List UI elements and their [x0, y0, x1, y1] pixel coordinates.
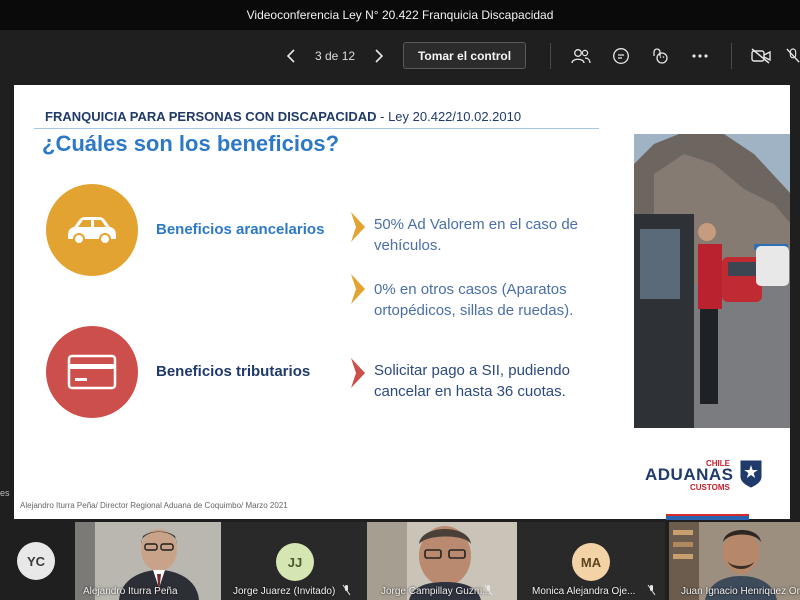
logo-customs-text: CUSTOMS [690, 483, 730, 492]
chevron-bullet-icon [351, 212, 365, 242]
credit-card-icon [67, 354, 117, 390]
participants-button[interactable] [567, 30, 595, 82]
customs-emblem-icon [740, 460, 762, 488]
more-options-button[interactable] [686, 30, 714, 82]
reactions-button[interactable] [646, 30, 674, 82]
camera-toggle-button[interactable] [747, 30, 775, 82]
participant-tile[interactable]: MA Monica Alejandra Oje... [517, 522, 665, 600]
bullet-ad-valorem: 50% Ad Valorem en el caso de vehículos. [374, 216, 579, 254]
more-icon [692, 54, 708, 58]
participant-name: Alejandro Iturra Peña [83, 586, 178, 597]
aduanas-logo: CHILE ADUANAS CUSTOMS [643, 456, 766, 494]
car-circle [46, 184, 138, 276]
reactions-icon [653, 48, 668, 64]
participant-name: Jorge Juarez (Invitado) [233, 586, 336, 597]
header-rule [34, 128, 599, 129]
participant-tile[interactable]: Jorge Campillay Guzm... [367, 522, 517, 600]
take-control-button[interactable]: Tomar el control [403, 42, 526, 69]
avatar: JJ [276, 543, 314, 581]
window-title: Videoconferencia Ley N° 20.422 Franquici… [246, 8, 554, 22]
benefit-arancelarios-label: Beneficios arancelarios [156, 221, 325, 238]
benefit-tributarios-label: Beneficios tributarios [156, 363, 311, 380]
bullet-pago-sii: Solicitar pago a SII, pudiendo cancelar … [374, 362, 570, 400]
slide-title: ¿Cuáles son los beneficios? [42, 131, 340, 156]
meeting-toolbar: 3 de 12 Tomar el control [0, 30, 800, 82]
chevron-right-icon [375, 49, 384, 63]
logo-aduanas-text: ADUANAS [645, 465, 734, 484]
toolbar-divider [550, 43, 551, 69]
avatar: YC [17, 542, 55, 580]
camera-off-icon [751, 48, 771, 64]
bullet-otros-casos: 0% en otros casos (Aparatos ortopédicos,… [374, 281, 574, 319]
people-icon [571, 49, 591, 64]
previous-slide-button[interactable] [279, 30, 303, 82]
participant-tile[interactable]: YC [0, 522, 75, 600]
mic-off-icon [647, 584, 656, 596]
page-counter: 3 de 12 [315, 49, 356, 63]
card-circle [46, 326, 138, 418]
border-crossing-photo [634, 134, 790, 428]
avatar: MA [572, 543, 610, 581]
next-slide-button[interactable] [367, 30, 391, 82]
car-icon [68, 217, 116, 245]
participant-name: Monica Alejandra Oje... [532, 586, 636, 597]
window-title-bar: Videoconferencia Ley N° 20.422 Franquici… [0, 0, 800, 30]
side-text-fragment: es [0, 488, 10, 498]
participant-tile[interactable]: Alejandro Iturra Peña [75, 522, 221, 600]
mic-off-icon [786, 48, 800, 63]
microphone-toggle-button[interactable] [786, 30, 800, 82]
participant-name: Juan Ignacio Henriquez Or... [681, 586, 800, 597]
slide-footer: Alejandro Iturra Peña/ Director Regional… [20, 501, 288, 510]
mic-off-icon [484, 584, 493, 596]
chat-button[interactable] [607, 30, 635, 82]
chat-icon [613, 48, 629, 64]
toolbar-divider [731, 43, 732, 69]
slide-header: FRANQUICIA PARA PERSONAS CON DISCAPACIDA… [45, 109, 521, 124]
slide-header-topic: FRANQUICIA PARA PERSONAS CON DISCAPACIDA… [45, 109, 377, 124]
participant-tile[interactable]: JJ Jorge Juarez (Invitado) [221, 522, 367, 600]
chevron-bullet-icon [351, 358, 365, 388]
participant-tile[interactable]: Juan Ignacio Henriquez Or... [669, 522, 800, 600]
presentation-slide: FRANQUICIA PARA PERSONAS CON DISCAPACIDA… [14, 85, 790, 519]
slide-header-law: - Ley 20.422/10.02.2010 [376, 109, 522, 124]
chevron-bullet-icon [351, 274, 365, 304]
chevron-left-icon [286, 49, 295, 63]
mic-off-icon [342, 584, 351, 596]
participant-name: Jorge Campillay Guzm... [381, 586, 491, 597]
